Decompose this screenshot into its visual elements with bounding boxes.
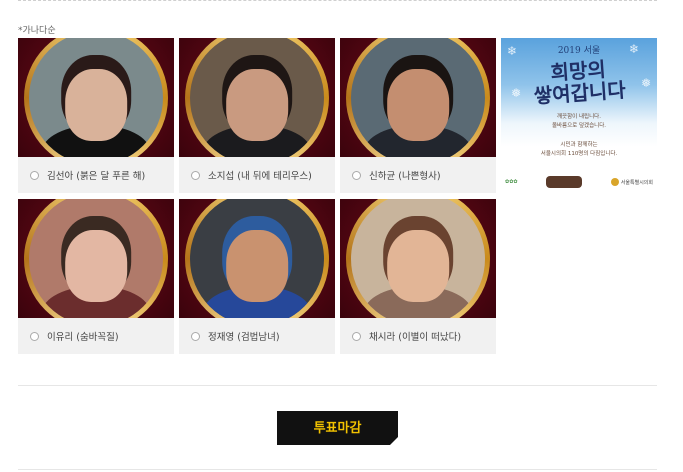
portrait-circle [190,199,324,318]
portrait-face [65,68,127,141]
candidate-option[interactable]: 이유리 (숨바꼭질) [18,318,174,354]
gold-frame [346,199,490,318]
gold-frame [185,199,329,318]
candidate-card[interactable]: 채시라 (이별이 떠났다) [340,199,496,354]
sort-order-note: *가나다순 [18,26,56,36]
radio-button[interactable] [352,331,361,341]
portrait-circle [351,199,485,318]
portrait-face [226,68,288,141]
candidate-photo[interactable] [18,38,174,157]
candidate-name: 채시라 (이별이 떠났다) [369,332,462,343]
radio-button[interactable] [30,170,39,180]
radio-button[interactable] [30,331,39,341]
candidate-name: 김선아 (붉은 달 푸른 해) [47,171,146,182]
gold-frame [24,199,168,318]
section-divider [18,385,657,386]
ad-copy-line: 올바름으로 덮겠습니다. [551,123,607,129]
candidate-photo[interactable] [18,199,174,318]
radio-button[interactable] [191,331,200,341]
candidate-name: 정재영 (검법남녀) [208,332,280,343]
candidate-card[interactable]: 정재영 (검법남녀) [179,199,335,354]
candidate-card[interactable]: 소지섭 (내 뒤에 테리우스) [179,38,335,193]
campaign-logo: ✿✿✿ [505,179,518,185]
ad-logos: ✿✿✿ 서울특별시의회 [505,174,653,190]
candidate-option[interactable]: 소지섭 (내 뒤에 테리우스) [179,157,335,193]
ad-calligraphy: 희망의 쌓여갑니다 [508,55,651,109]
ad-copy: 시민과 함께하는 서울시의회 110명의 다짐입니다. [501,141,657,159]
ad-copy-line: 시민과 함께하는 [560,142,598,148]
vote-closed-button[interactable]: 투표마감 [277,411,398,445]
council-seal-icon [610,178,619,186]
portrait-face [387,229,449,302]
gold-frame [185,38,329,157]
radio-button[interactable] [352,170,361,180]
ad-year: 2019 서울 [557,46,601,56]
council-logo: 서울특별시의회 [610,178,653,186]
portrait-circle [29,199,163,318]
candidate-photo[interactable] [340,199,496,318]
candidate-card[interactable]: 김선아 (붉은 달 푸른 해) [18,38,174,193]
portrait-circle [351,38,485,157]
ad-copy-line: 깨끗함이 내립니다. [557,114,601,120]
portrait-face [226,229,288,302]
portrait-face [387,68,449,141]
ad-copy-line: 서울시의회 110명의 다짐입니다. [540,151,618,157]
candidate-photo[interactable] [340,38,496,157]
candidate-photo[interactable] [179,199,335,318]
gold-frame [24,38,168,157]
council-logo-text: 서울특별시의회 [620,179,653,186]
campaign-emblem [546,176,583,188]
bottom-divider [18,469,657,470]
candidate-option[interactable]: 김선아 (붉은 달 푸른 해) [18,157,174,193]
portrait-face [65,229,127,302]
candidate-name: 신하균 (나쁜형사) [369,171,441,182]
ad-copy: 깨끗함이 내립니다. 올바름으로 덮겠습니다. [501,113,657,131]
top-divider [18,0,657,1]
candidate-option[interactable]: 채시라 (이별이 떠났다) [340,318,496,354]
candidate-name: 이유리 (숨바꼭질) [47,332,119,343]
seoul-council-banner-ad[interactable]: ❄ ❄ ❅ ❅ 2019 서울 희망의 쌓여갑니다 깨끗함이 내립니다. 올바름… [501,38,657,193]
candidate-option[interactable]: 정재영 (검법남녀) [179,318,335,354]
radio-button[interactable] [191,170,200,180]
candidate-card[interactable]: 이유리 (숨바꼭질) [18,199,174,354]
candidate-photo[interactable] [179,38,335,157]
portrait-circle [29,38,163,157]
gold-frame [346,38,490,157]
candidate-name: 소지섭 (내 뒤에 테리우스) [208,171,312,182]
portrait-circle [190,38,324,157]
candidate-option[interactable]: 신하균 (나쁜형사) [340,157,496,193]
candidate-card[interactable]: 신하균 (나쁜형사) [340,38,496,193]
